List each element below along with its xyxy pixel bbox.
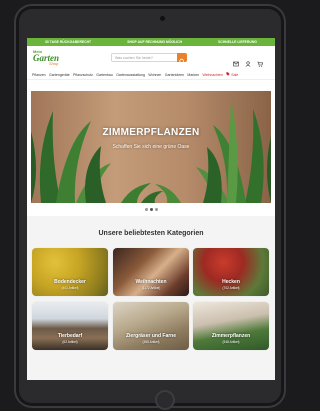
- category-name: Bodendecker: [54, 279, 86, 285]
- category-count: (401 Artikel): [61, 286, 79, 290]
- user-icon[interactable]: [245, 54, 251, 67]
- hero-subtitle: Schaffen Sie sich eine grüne Oase: [112, 144, 190, 150]
- carousel-dot[interactable]: [145, 208, 148, 211]
- hero-banner[interactable]: ZIMMERPFLANZEN Schaffen Sie sich eine gr…: [31, 91, 271, 203]
- hero-title: ZIMMERPFLANZEN: [102, 127, 200, 138]
- category-name: Ziergräser und Farne: [125, 333, 176, 339]
- nav-item-pflanzschutz[interactable]: Pflanzschutz: [73, 73, 93, 77]
- carousel-dot[interactable]: [150, 208, 153, 211]
- category-tile-tierbedarf[interactable]: Tierbedarf (62 Artikel): [32, 302, 108, 350]
- screen: 30 TAGE RÜCKGABERECHT SHOP AUF RECHNUNG …: [27, 38, 275, 380]
- nav-item-pflanzen[interactable]: Pflanzen: [32, 73, 46, 77]
- nav-item-gartengeraete[interactable]: Gartengeräte: [49, 73, 70, 77]
- search-button[interactable]: [177, 53, 187, 64]
- category-name: Weihnachten: [135, 279, 167, 285]
- category-tile-bodendecker[interactable]: Bodendecker (401 Artikel): [32, 248, 108, 296]
- promo-item: SCHNELLE LIEFERUNG: [218, 40, 257, 44]
- nav-item-marken[interactable]: Marken: [187, 73, 199, 77]
- promo-item: 30 TAGE RÜCKGABERECHT: [45, 40, 92, 44]
- nav-item-sale[interactable]: Sale: [226, 72, 238, 77]
- search-input[interactable]: Was suchen Sie heute?: [111, 53, 181, 62]
- search-icon: [179, 58, 185, 64]
- carousel-dots: [145, 208, 158, 211]
- category-tile-weihnachten[interactable]: Weihnachten (1172 Artikel): [113, 248, 189, 296]
- home-button[interactable]: [155, 390, 175, 410]
- search-placeholder: Was suchen Sie heute?: [115, 55, 153, 60]
- nav-item-gartenbau[interactable]: Gartenbau: [96, 73, 113, 77]
- category-count: (365 Artikel): [142, 340, 160, 344]
- section-title: Unsere beliebtesten Kategorien: [98, 230, 204, 237]
- category-count: (548 Artikel): [222, 340, 240, 344]
- category-name: Tierbedarf: [57, 333, 83, 339]
- shop-logo[interactable]: Mein Garten Shop: [33, 49, 69, 67]
- camera-dot: [160, 16, 165, 21]
- promo-item: SHOP AUF RECHNUNG MÖGLICH: [127, 40, 183, 44]
- site-header: Mein Garten Shop Was suchen Sie heute?: [27, 46, 275, 70]
- main-nav: Pflanzen Gartengeräte Pflanzschutz Garte…: [27, 70, 275, 80]
- header-icons: [233, 54, 263, 67]
- nav-item-wohnen[interactable]: Wohnen: [148, 73, 161, 77]
- category-tile-ziergraeser[interactable]: Ziergräser und Farne (365 Artikel): [113, 302, 189, 350]
- nav-item-sale-label: Sale: [231, 73, 239, 77]
- category-name: Hecken: [222, 279, 240, 285]
- category-count: (1172 Artikel): [141, 286, 161, 290]
- category-count: (702 Artikel): [222, 286, 240, 290]
- mail-icon[interactable]: [233, 54, 239, 67]
- tag-icon: [226, 72, 230, 76]
- nav-item-gartenideen[interactable]: Gartenideen: [165, 73, 184, 77]
- carousel-dot[interactable]: [155, 208, 158, 211]
- category-tile-zimmerpflanzen[interactable]: Zimmerpflanzen (548 Artikel): [193, 302, 269, 350]
- category-count: (62 Artikel): [62, 340, 78, 344]
- cart-icon[interactable]: [257, 54, 263, 67]
- nav-item-gartenausstattung[interactable]: Gartenausstattung: [116, 73, 145, 77]
- promo-bar: 30 TAGE RÜCKGABERECHT SHOP AUF RECHNUNG …: [27, 38, 275, 46]
- category-name: Zimmerpflanzen: [211, 333, 251, 339]
- category-tile-hecken[interactable]: Hecken (702 Artikel): [193, 248, 269, 296]
- categories-section: Unsere beliebtesten Kategorien Bodendeck…: [27, 216, 275, 380]
- nav-item-weihnachten[interactable]: Weihnachten: [202, 73, 222, 77]
